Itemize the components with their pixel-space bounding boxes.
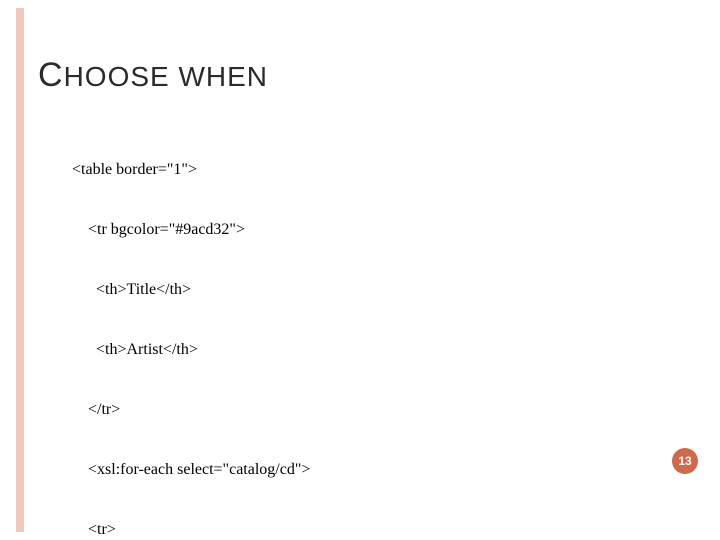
code-block: <table border="1"> <tr bgcolor="#9acd32"… [72,120,371,540]
code-line: </tr> [72,400,371,420]
slide: CHOOSE WHEN <table border="1"> <tr bgcol… [0,0,720,540]
code-line: <tr> [72,520,371,540]
code-line: <table border="1"> [72,160,371,180]
left-accent-bar [16,8,24,532]
code-line: <th>Artist</th> [72,340,371,360]
page-number: 13 [678,454,691,468]
title-rest: HOOSE WHEN [64,61,268,92]
slide-title: CHOOSE WHEN [38,56,268,95]
title-first-letter: C [38,56,64,94]
code-line: <tr bgcolor="#9acd32"> [72,220,371,240]
page-number-badge: 13 [672,448,698,474]
code-line: <xsl:for-each select="catalog/cd"> [72,460,371,480]
code-line: <th>Title</th> [72,280,371,300]
